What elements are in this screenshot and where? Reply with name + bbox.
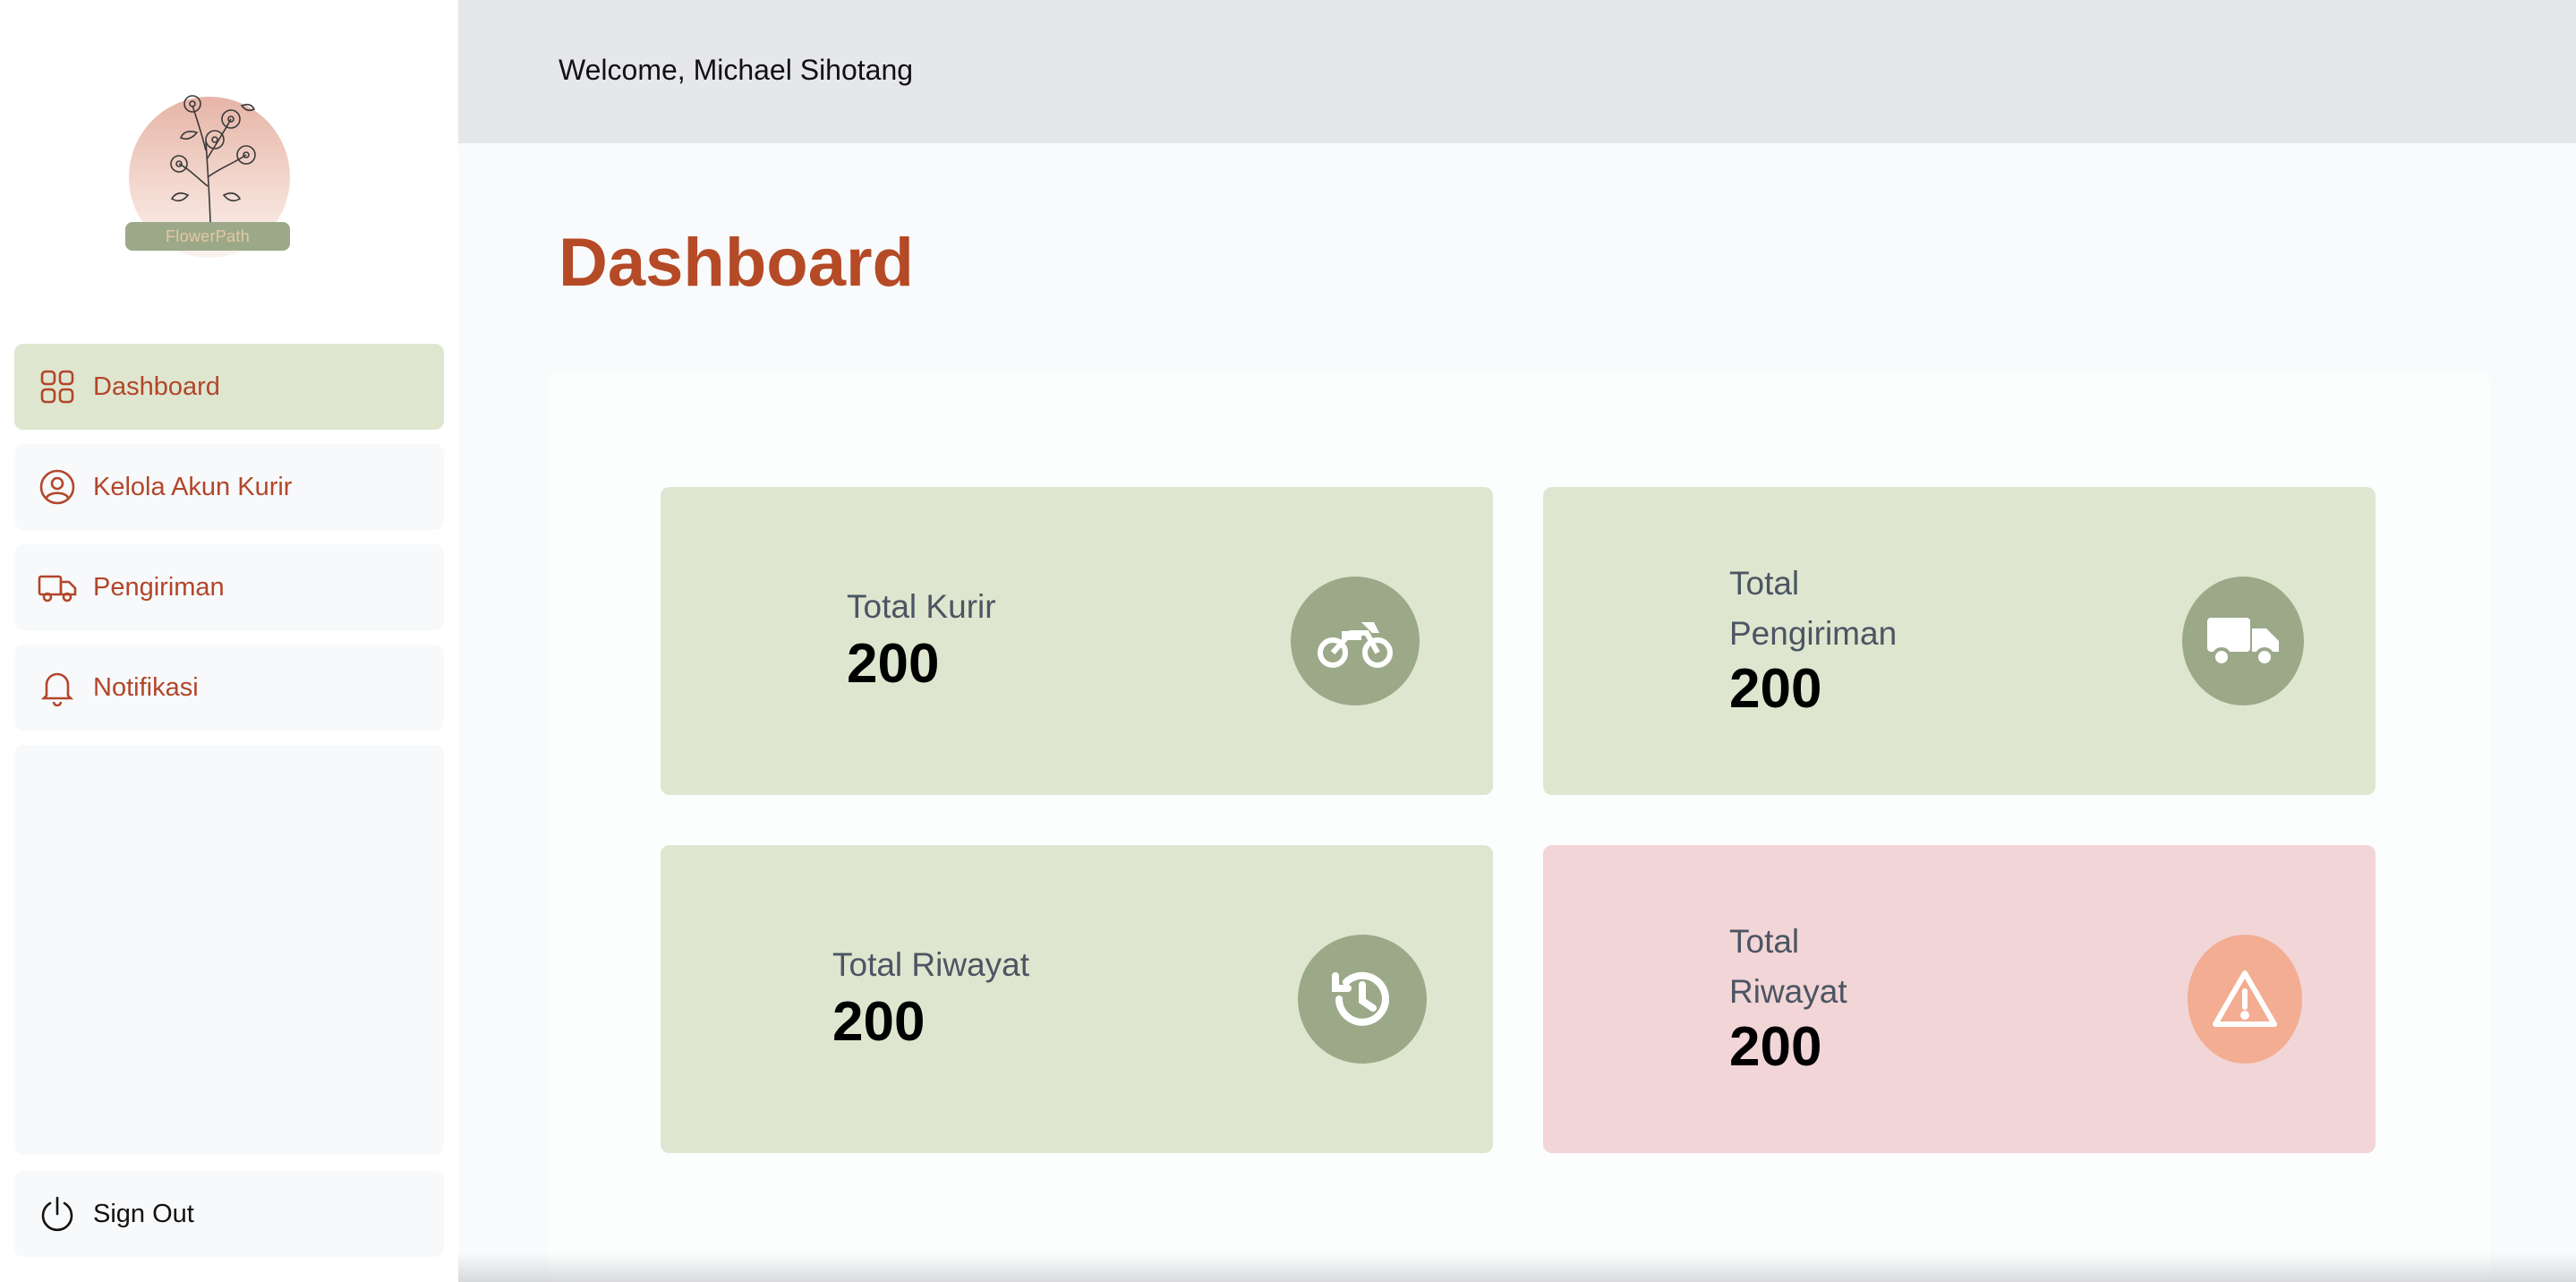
sidebar-item-label: Notifikasi bbox=[93, 672, 199, 702]
flower-icon bbox=[170, 95, 256, 223]
sign-out-label: Sign Out bbox=[93, 1199, 194, 1228]
grid-icon bbox=[38, 367, 77, 406]
card-label: Total Riwayat bbox=[832, 946, 1030, 983]
truck-icon bbox=[2182, 577, 2304, 705]
stat-card-total-riwayat-warning[interactable]: Total Riwayat 200 bbox=[1543, 845, 2376, 1153]
stat-card-total-kurir[interactable]: Total Kurir 200 bbox=[661, 487, 1493, 795]
sidebar-item-dashboard[interactable]: Dashboard bbox=[14, 344, 444, 430]
brand-name: FlowerPath bbox=[125, 222, 290, 251]
sidebar-item-label: Kelola Akun Kurir bbox=[93, 472, 293, 501]
brand-logo[interactable]: FlowerPath bbox=[125, 79, 294, 258]
card-label-line1: Total bbox=[1729, 565, 1800, 602]
sidebar-spacer bbox=[14, 745, 444, 1155]
sidebar-item-kelola-akun-kurir[interactable]: Kelola Akun Kurir bbox=[14, 444, 444, 530]
motorcycle-icon bbox=[1291, 577, 1420, 705]
stat-card-total-pengiriman[interactable]: Total Pengiriman 200 bbox=[1543, 487, 2376, 795]
stat-card-total-riwayat[interactable]: Total Riwayat 200 bbox=[661, 845, 1493, 1153]
card-value: 200 bbox=[847, 633, 940, 695]
card-label: Total Kurir bbox=[847, 588, 996, 625]
power-icon bbox=[38, 1194, 77, 1234]
card-label-line2: Riwayat bbox=[1729, 973, 1847, 1010]
sidebar-item-label: Dashboard bbox=[93, 372, 220, 401]
warning-icon bbox=[2188, 935, 2302, 1064]
sign-out-button[interactable]: Sign Out bbox=[14, 1171, 444, 1257]
sidebar-item-pengiriman[interactable]: Pengiriman bbox=[14, 544, 444, 630]
card-value: 200 bbox=[832, 991, 925, 1053]
history-icon bbox=[1298, 935, 1427, 1064]
sidebar: FlowerPath Dashboard Kelola Akun Kurir P… bbox=[0, 0, 458, 1282]
sidebar-item-notifikasi[interactable]: Notifikasi bbox=[14, 645, 444, 731]
card-label-line1: Total bbox=[1729, 923, 1800, 960]
user-circle-icon bbox=[38, 467, 77, 507]
card-label-line2: Pengiriman bbox=[1729, 615, 1898, 652]
top-header: Welcome, Michael Sihotang bbox=[458, 0, 2576, 143]
page-title: Dashboard bbox=[559, 225, 914, 301]
card-value: 200 bbox=[1729, 658, 1822, 720]
sidebar-item-label: Pengiriman bbox=[93, 572, 225, 602]
bell-icon bbox=[38, 668, 77, 707]
card-value: 200 bbox=[1729, 1016, 1822, 1078]
truck-icon bbox=[38, 568, 77, 607]
bottom-shadow bbox=[458, 1253, 2576, 1282]
welcome-message: Welcome, Michael Sihotang bbox=[559, 54, 914, 86]
